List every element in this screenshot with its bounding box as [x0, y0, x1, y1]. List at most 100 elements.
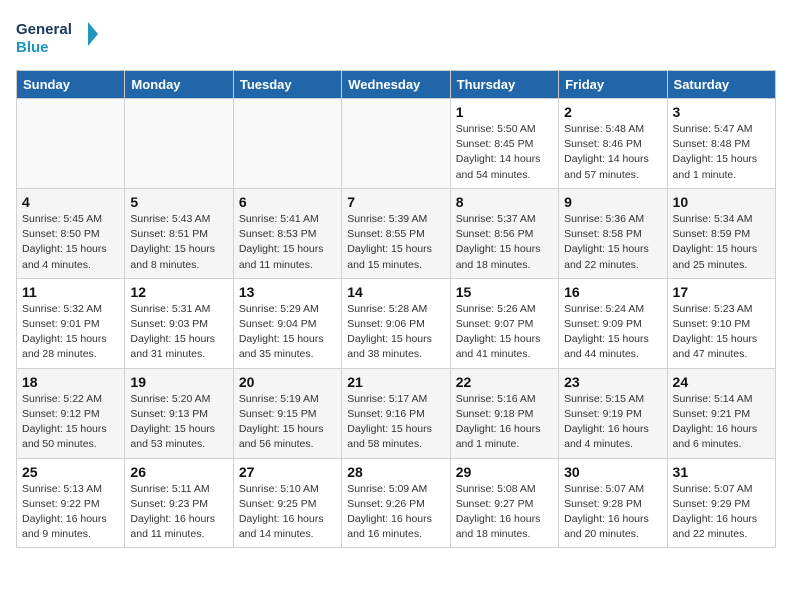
day-cell: 22 Sunrise: 5:16 AM Sunset: 9:18 PM Dayli… [450, 368, 558, 458]
day-cell: 18 Sunrise: 5:22 AM Sunset: 9:12 PM Dayli… [17, 368, 125, 458]
logo: General Blue [16, 16, 106, 60]
day-info: Sunrise: 5:20 AM Sunset: 9:13 PM Dayligh… [130, 392, 227, 453]
col-header-monday: Monday [125, 71, 233, 99]
day-number: 6 [239, 194, 336, 210]
day-info: Sunrise: 5:50 AM Sunset: 8:45 PM Dayligh… [456, 122, 553, 183]
day-info: Sunrise: 5:43 AM Sunset: 8:51 PM Dayligh… [130, 212, 227, 273]
day-number: 17 [673, 284, 770, 300]
day-cell: 4 Sunrise: 5:45 AM Sunset: 8:50 PM Daylig… [17, 188, 125, 278]
day-number: 10 [673, 194, 770, 210]
week-row-2: 4 Sunrise: 5:45 AM Sunset: 8:50 PM Daylig… [17, 188, 776, 278]
day-number: 8 [456, 194, 553, 210]
day-cell: 12 Sunrise: 5:31 AM Sunset: 9:03 PM Dayli… [125, 278, 233, 368]
day-number: 15 [456, 284, 553, 300]
day-cell: 10 Sunrise: 5:34 AM Sunset: 8:59 PM Dayli… [667, 188, 775, 278]
day-info: Sunrise: 5:39 AM Sunset: 8:55 PM Dayligh… [347, 212, 444, 273]
day-number: 30 [564, 464, 661, 480]
day-info: Sunrise: 5:32 AM Sunset: 9:01 PM Dayligh… [22, 302, 119, 363]
day-cell [342, 99, 450, 189]
day-number: 20 [239, 374, 336, 390]
svg-text:General: General [16, 21, 72, 38]
day-cell: 2 Sunrise: 5:48 AM Sunset: 8:46 PM Daylig… [559, 99, 667, 189]
day-info: Sunrise: 5:16 AM Sunset: 9:18 PM Dayligh… [456, 392, 553, 453]
day-number: 9 [564, 194, 661, 210]
day-number: 14 [347, 284, 444, 300]
day-info: Sunrise: 5:07 AM Sunset: 9:29 PM Dayligh… [673, 482, 770, 543]
day-info: Sunrise: 5:41 AM Sunset: 8:53 PM Dayligh… [239, 212, 336, 273]
day-info: Sunrise: 5:48 AM Sunset: 8:46 PM Dayligh… [564, 122, 661, 183]
day-cell: 24Sunrise: 5:14 AM Sunset: 9:21 PM Dayli… [667, 368, 775, 458]
day-info: Sunrise: 5:13 AM Sunset: 9:22 PM Dayligh… [22, 482, 119, 543]
day-info: Sunrise: 5:34 AM Sunset: 8:59 PM Dayligh… [673, 212, 770, 273]
day-cell: 16 Sunrise: 5:24 AM Sunset: 9:09 PM Dayli… [559, 278, 667, 368]
day-cell: 8Sunrise: 5:37 AM Sunset: 8:56 PM Daylig… [450, 188, 558, 278]
day-cell: 26 Sunrise: 5:11 AM Sunset: 9:23 PM Dayli… [125, 458, 233, 548]
day-number: 18 [22, 374, 119, 390]
day-cell: 7 Sunrise: 5:39 AM Sunset: 8:55 PM Daylig… [342, 188, 450, 278]
day-cell: 3 Sunrise: 5:47 AM Sunset: 8:48 PM Daylig… [667, 99, 775, 189]
day-info: Sunrise: 5:29 AM Sunset: 9:04 PM Dayligh… [239, 302, 336, 363]
day-info: Sunrise: 5:36 AM Sunset: 8:58 PM Dayligh… [564, 212, 661, 273]
day-number: 2 [564, 104, 661, 120]
day-cell: 6 Sunrise: 5:41 AM Sunset: 8:53 PM Daylig… [233, 188, 341, 278]
day-number: 5 [130, 194, 227, 210]
day-number: 25 [22, 464, 119, 480]
day-info: Sunrise: 5:31 AM Sunset: 9:03 PM Dayligh… [130, 302, 227, 363]
col-header-sunday: Sunday [17, 71, 125, 99]
day-number: 1 [456, 104, 553, 120]
day-info: Sunrise: 5:28 AM Sunset: 9:06 PM Dayligh… [347, 302, 444, 363]
day-info: Sunrise: 5:23 AM Sunset: 9:10 PM Dayligh… [673, 302, 770, 363]
day-cell: 9 Sunrise: 5:36 AM Sunset: 8:58 PM Daylig… [559, 188, 667, 278]
day-number: 12 [130, 284, 227, 300]
week-row-5: 25 Sunrise: 5:13 AM Sunset: 9:22 PM Dayli… [17, 458, 776, 548]
day-cell [17, 99, 125, 189]
week-row-4: 18 Sunrise: 5:22 AM Sunset: 9:12 PM Dayli… [17, 368, 776, 458]
day-number: 31 [673, 464, 770, 480]
day-cell: 20 Sunrise: 5:19 AM Sunset: 9:15 PM Dayli… [233, 368, 341, 458]
col-header-saturday: Saturday [667, 71, 775, 99]
day-cell [125, 99, 233, 189]
day-cell: 25 Sunrise: 5:13 AM Sunset: 9:22 PM Dayli… [17, 458, 125, 548]
day-info: Sunrise: 5:47 AM Sunset: 8:48 PM Dayligh… [673, 122, 770, 183]
day-number: 3 [673, 104, 770, 120]
day-number: 26 [130, 464, 227, 480]
day-number: 13 [239, 284, 336, 300]
day-cell: 21Sunrise: 5:17 AM Sunset: 9:16 PM Dayli… [342, 368, 450, 458]
day-number: 11 [22, 284, 119, 300]
col-header-thursday: Thursday [450, 71, 558, 99]
day-cell: 23 Sunrise: 5:15 AM Sunset: 9:19 PM Dayli… [559, 368, 667, 458]
day-cell: 17 Sunrise: 5:23 AM Sunset: 9:10 PM Dayli… [667, 278, 775, 368]
day-info: Sunrise: 5:07 AM Sunset: 9:28 PM Dayligh… [564, 482, 661, 543]
day-info: Sunrise: 5:22 AM Sunset: 9:12 PM Dayligh… [22, 392, 119, 453]
day-cell: 30 Sunrise: 5:07 AM Sunset: 9:28 PM Dayli… [559, 458, 667, 548]
day-info: Sunrise: 5:11 AM Sunset: 9:23 PM Dayligh… [130, 482, 227, 543]
day-number: 29 [456, 464, 553, 480]
week-row-3: 11 Sunrise: 5:32 AM Sunset: 9:01 PM Dayli… [17, 278, 776, 368]
day-info: Sunrise: 5:45 AM Sunset: 8:50 PM Dayligh… [22, 212, 119, 273]
day-cell: 19 Sunrise: 5:20 AM Sunset: 9:13 PM Dayli… [125, 368, 233, 458]
day-info: Sunrise: 5:10 AM Sunset: 9:25 PM Dayligh… [239, 482, 336, 543]
day-info: Sunrise: 5:24 AM Sunset: 9:09 PM Dayligh… [564, 302, 661, 363]
day-cell: 1 Sunrise: 5:50 AM Sunset: 8:45 PM Daylig… [450, 99, 558, 189]
day-cell: 29 Sunrise: 5:08 AM Sunset: 9:27 PM Dayli… [450, 458, 558, 548]
day-number: 19 [130, 374, 227, 390]
day-cell: 31 Sunrise: 5:07 AM Sunset: 9:29 PM Dayli… [667, 458, 775, 548]
logo-svg: General Blue [16, 16, 106, 60]
day-info: Sunrise: 5:19 AM Sunset: 9:15 PM Dayligh… [239, 392, 336, 453]
day-number: 22 [456, 374, 553, 390]
day-number: 28 [347, 464, 444, 480]
header-row: SundayMondayTuesdayWednesdayThursdayFrid… [17, 71, 776, 99]
day-number: 24 [673, 374, 770, 390]
day-number: 23 [564, 374, 661, 390]
day-info: Sunrise: 5:08 AM Sunset: 9:27 PM Dayligh… [456, 482, 553, 543]
day-info: Sunrise: 5:17 AM Sunset: 9:16 PM Dayligh… [347, 392, 444, 453]
day-info: Sunrise: 5:09 AM Sunset: 9:26 PM Dayligh… [347, 482, 444, 543]
day-info: Sunrise: 5:26 AM Sunset: 9:07 PM Dayligh… [456, 302, 553, 363]
day-number: 16 [564, 284, 661, 300]
day-number: 4 [22, 194, 119, 210]
day-cell: 11 Sunrise: 5:32 AM Sunset: 9:01 PM Dayli… [17, 278, 125, 368]
calendar-table: SundayMondayTuesdayWednesdayThursdayFrid… [16, 70, 776, 548]
day-number: 7 [347, 194, 444, 210]
day-cell: 5 Sunrise: 5:43 AM Sunset: 8:51 PM Daylig… [125, 188, 233, 278]
day-info: Sunrise: 5:15 AM Sunset: 9:19 PM Dayligh… [564, 392, 661, 453]
